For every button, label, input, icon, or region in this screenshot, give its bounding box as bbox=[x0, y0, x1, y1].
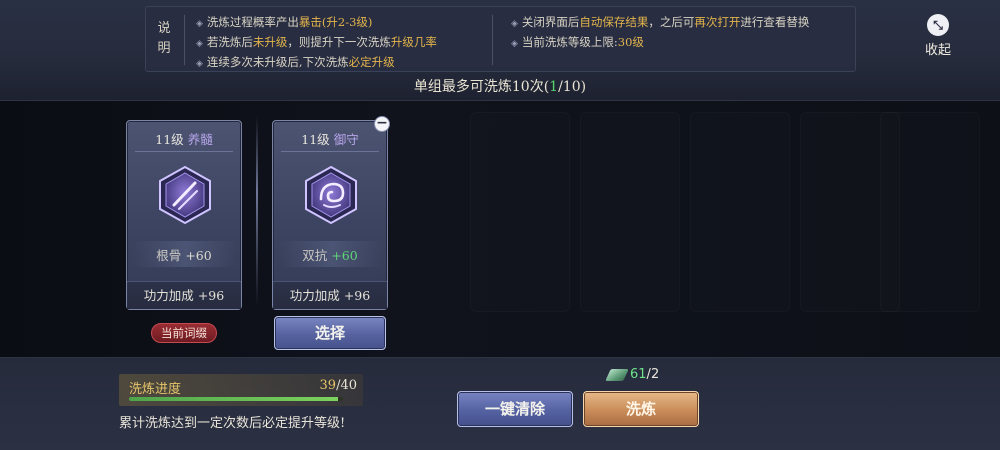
current-affix-badge: 当前词缀 bbox=[151, 323, 217, 343]
rule-highlight: 暴击(升2-3级) bbox=[298, 15, 373, 29]
rule-line: ◈ 当前洗炼等级上限:30级 bbox=[511, 33, 809, 53]
rules-left-column: ◈ 洗炼过程概率产出暴击(升2-3级) ◈ 若洗炼后未升级，则提升下一次洗炼升级几率… bbox=[196, 13, 437, 73]
rule-line: ◈ 若洗炼后未升级，则提升下一次洗炼升级几率 bbox=[196, 33, 437, 53]
cards-divider bbox=[256, 116, 258, 306]
rule-highlight: 未升级 bbox=[252, 35, 288, 49]
diamond-bullet-icon: ◈ bbox=[196, 39, 203, 49]
progress-count: 39/40 bbox=[319, 378, 357, 393]
stat-label: 根骨 bbox=[156, 248, 182, 263]
rule-text: ，则提升下一次洗炼 bbox=[287, 35, 391, 49]
collapse-arrows-icon: ⤡ bbox=[927, 14, 949, 36]
currency-owned: 61 bbox=[630, 367, 647, 382]
refine-cost: 61/2 bbox=[605, 365, 660, 385]
rules-right-column: ◈ 关闭界面后自动保存结果，之后可再次打开进行查看替换 ◈ 当前洗炼等级上限:30级 bbox=[511, 13, 809, 53]
max-refine-count: 单组最多可洗炼10次(1/10) bbox=[0, 76, 1000, 96]
rule-text: 连续多次未升级后,下次洗炼 bbox=[206, 55, 349, 69]
card-name: 养髓 bbox=[187, 132, 213, 147]
rule-text: 关闭界面后 bbox=[521, 15, 580, 29]
card-name: 御守 bbox=[333, 132, 359, 147]
stat-value: +60 bbox=[185, 248, 212, 263]
power-bonus-value: +96 bbox=[343, 288, 371, 303]
rule-text: 当前洗炼等级上限: bbox=[521, 35, 618, 49]
rules-divider bbox=[184, 15, 185, 65]
progress-fill bbox=[129, 397, 338, 401]
empty-slot bbox=[470, 112, 570, 312]
card-title: 11级 御守 bbox=[273, 129, 387, 148]
max-count-text: 单组最多可洗炼10次( bbox=[413, 79, 550, 95]
card-level: 11级 bbox=[155, 132, 184, 147]
empty-slot bbox=[690, 112, 790, 312]
progress-current: 39 bbox=[319, 378, 337, 393]
stat-label: 双抗 bbox=[302, 248, 328, 263]
rule-text: ，之后可 bbox=[648, 15, 695, 29]
card-footer: 功力加成 +96 bbox=[273, 281, 387, 309]
card-title: 11级 养髓 bbox=[127, 129, 241, 148]
refine-button[interactable]: 洗炼 bbox=[583, 391, 699, 427]
diamond-bullet-icon: ◈ bbox=[196, 19, 203, 29]
rules-panel: 说明 ◈ 洗炼过程概率产出暴击(升2-3级) ◈ 若洗炼后未升级，则提升下一次洗炼升… bbox=[145, 6, 856, 72]
power-bonus-value: +96 bbox=[197, 288, 225, 303]
diamond-bullet-icon: ◈ bbox=[511, 19, 518, 29]
currency-cost: 2 bbox=[650, 367, 660, 382]
collapse-button[interactable]: ⤡ 收起 bbox=[920, 14, 956, 58]
rule-line: ◈ 洗炼过程概率产出暴击(升2-3级) bbox=[196, 13, 437, 33]
progress-label: 洗炼进度 bbox=[129, 382, 182, 397]
card-footer: 功力加成 +96 bbox=[127, 281, 241, 309]
card-stat: 双抗 +60 bbox=[273, 245, 387, 264]
max-count-text: /10) bbox=[558, 79, 587, 95]
card-level: 11级 bbox=[301, 132, 330, 147]
clear-all-button[interactable]: 一键清除 bbox=[457, 391, 573, 427]
power-bonus-label: 功力加成 bbox=[143, 288, 194, 303]
affix-card-new[interactable]: 11级 御守 双抗 +60 功力加成 +96 bbox=[272, 120, 388, 310]
progress-total: 40 bbox=[340, 378, 357, 393]
diamond-bullet-icon: ◈ bbox=[511, 39, 518, 49]
empty-slot bbox=[880, 112, 980, 312]
rule-highlight: 再次打开 bbox=[694, 15, 741, 29]
empty-slot bbox=[580, 112, 680, 312]
card-stat: 根骨 +60 bbox=[127, 245, 241, 264]
remove-card-button[interactable]: − bbox=[374, 116, 390, 132]
card-divider-line bbox=[281, 151, 379, 152]
crossed-bones-icon bbox=[159, 165, 211, 225]
power-bonus-label: 功力加成 bbox=[289, 288, 340, 303]
card-divider-line bbox=[135, 151, 233, 152]
select-button[interactable]: 选择 bbox=[274, 316, 386, 350]
shield-swirl-icon bbox=[305, 165, 357, 225]
rule-highlight: 必定升级 bbox=[348, 55, 395, 69]
rule-text: 若洗炼后 bbox=[206, 35, 253, 49]
rules-column-divider bbox=[492, 15, 493, 65]
affix-card-current: 11级 养髓 根骨 +60 功力加成 +96 bbox=[126, 120, 242, 310]
jade-gem-icon bbox=[605, 368, 629, 381]
rules-title: 说明 bbox=[157, 21, 171, 56]
diamond-bullet-icon: ◈ bbox=[196, 59, 203, 69]
rule-highlight: 自动保存结果 bbox=[579, 15, 649, 29]
progress-bar bbox=[129, 397, 343, 401]
rule-highlight: 升级几率 bbox=[390, 35, 437, 49]
max-count-current: 1 bbox=[549, 79, 559, 95]
collapse-label: 收起 bbox=[924, 43, 951, 58]
rule-highlight: 30级 bbox=[617, 35, 644, 49]
refine-progress: 洗炼进度 39/40 bbox=[119, 374, 363, 406]
stat-value: +60 bbox=[331, 248, 358, 263]
rule-line: ◈ 连续多次未升级后,下次洗炼必定升级 bbox=[196, 53, 437, 73]
rule-line: ◈ 关闭界面后自动保存结果，之后可再次打开进行查看替换 bbox=[511, 13, 809, 33]
rule-text: 进行查看替换 bbox=[740, 15, 810, 29]
progress-hint: 累计洗炼达到一定次数后必定提升等级! bbox=[119, 416, 346, 431]
rule-text: 洗炼过程概率产出 bbox=[206, 15, 299, 29]
